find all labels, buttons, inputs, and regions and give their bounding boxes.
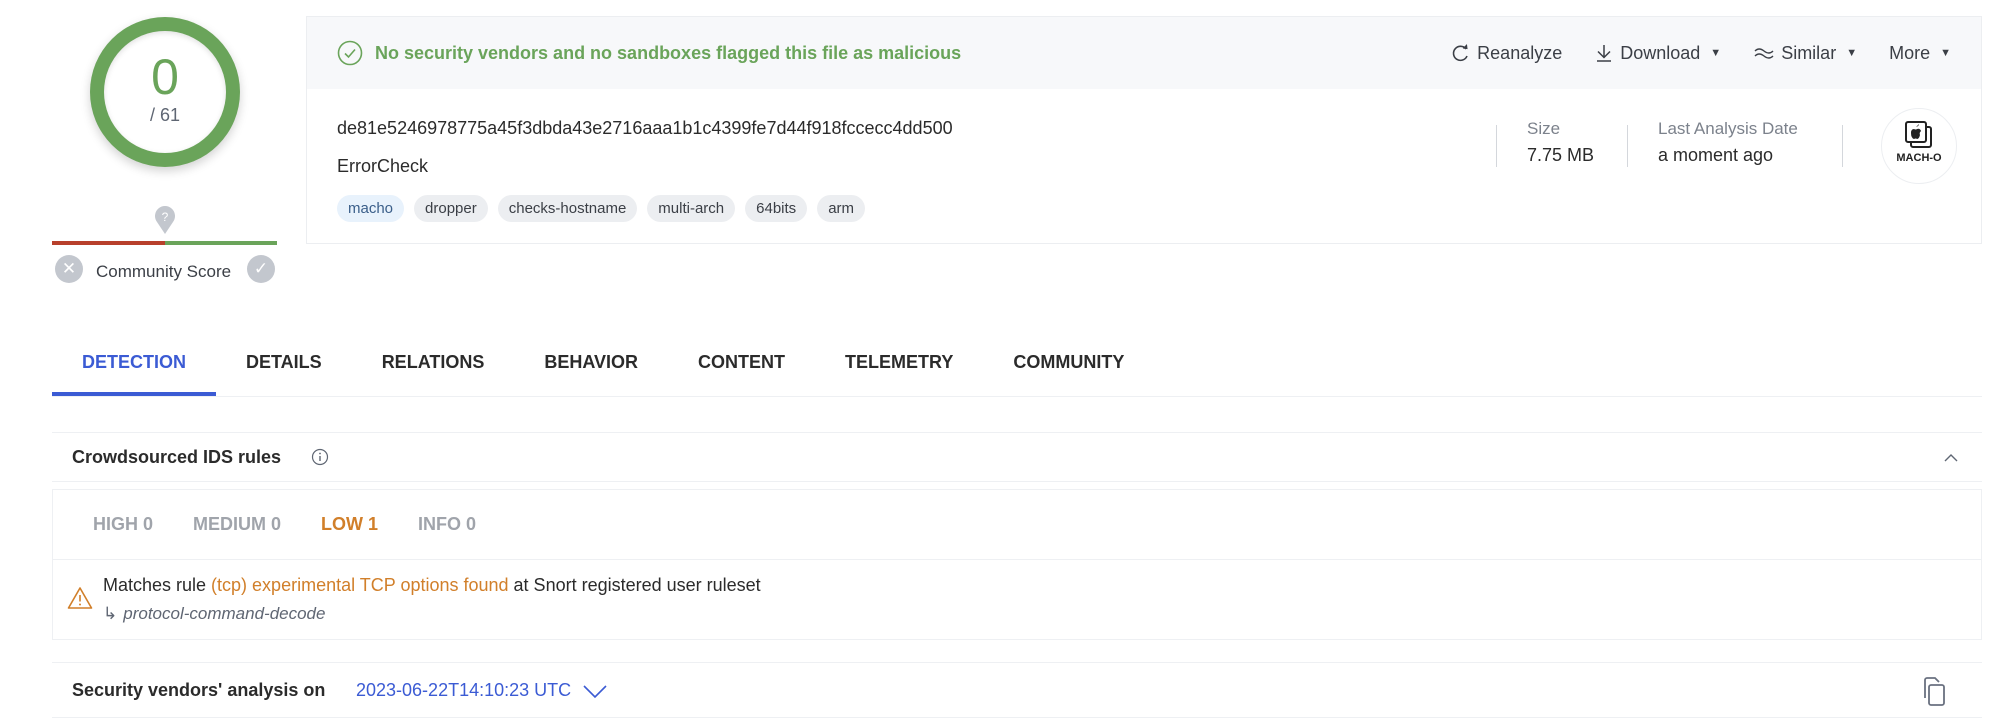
divider xyxy=(1496,125,1497,167)
divider xyxy=(1842,125,1843,167)
tag[interactable]: checks-hostname xyxy=(497,195,638,222)
detection-count: 0 xyxy=(151,49,179,105)
check-icon: ✓ xyxy=(253,259,269,278)
more-button[interactable]: More ▼ xyxy=(1889,43,1951,64)
file-actions: Reanalyze Download ▼ Similar ▼ More ▼ xyxy=(1451,17,1951,89)
tab-telemetry[interactable]: TELEMETRY xyxy=(815,340,983,396)
mach-o-file-icon: MACH-O xyxy=(1896,121,1942,164)
last-analysis-date: Last Analysis Date a moment ago xyxy=(1658,119,1798,165)
file-name: ErrorCheck xyxy=(337,156,429,176)
file-tags: macho dropper checks-hostname multi-arch… xyxy=(337,195,866,222)
detection-score-ring: 0 / 61 xyxy=(90,17,240,167)
detection-score: 0 / 61 xyxy=(104,31,226,153)
chevron-down-icon[interactable] xyxy=(582,681,608,701)
ids-rules-panel: HIGH 0 MEDIUM 0 LOW 1 INFO 0 Matches rul… xyxy=(52,489,1982,640)
ids-rules-header[interactable]: Crowdsourced IDS rules xyxy=(52,432,1982,482)
copy-icon[interactable] xyxy=(1920,676,1948,708)
download-button[interactable]: Download ▼ xyxy=(1594,43,1721,64)
community-score-bar-negative xyxy=(52,241,165,245)
file-size: Size 7.75 MB xyxy=(1527,119,1595,165)
check-circle-icon xyxy=(337,40,363,66)
analysis-date-selector[interactable]: 2023-06-22T14:10:23 UTC xyxy=(356,680,571,701)
section-title: Security vendors' analysis on xyxy=(72,680,326,700)
verdict-message: No security vendors and no sandboxes fla… xyxy=(375,42,962,63)
severity-high[interactable]: HIGH 0 xyxy=(93,514,153,535)
warning-icon xyxy=(67,587,93,609)
community-score-label: Community Score xyxy=(96,262,232,281)
tag[interactable]: arm xyxy=(817,195,866,222)
rule-link[interactable]: (tcp) experimental TCP options found xyxy=(211,575,509,595)
chevron-up-icon[interactable] xyxy=(1942,449,1960,467)
tab-content[interactable]: CONTENT xyxy=(668,340,815,396)
sub-arrow-icon: ↳ xyxy=(103,604,118,623)
download-icon xyxy=(1597,45,1612,62)
svg-text:MACH-O: MACH-O xyxy=(1896,152,1942,164)
tag[interactable]: multi-arch xyxy=(647,195,736,222)
rule-category: ↳ protocol-command-decode xyxy=(103,604,326,623)
section-title: Crowdsourced IDS rules xyxy=(72,447,282,467)
rule-description: Matches rule (tcp) experimental TCP opti… xyxy=(103,575,761,595)
file-hash[interactable]: de81e5246978775a45f3dbda43e2716aaa1b1c43… xyxy=(337,118,953,139)
caret-down-icon: ▼ xyxy=(1846,47,1858,59)
tab-community[interactable]: COMMUNITY xyxy=(983,340,1154,396)
caret-down-icon: ▼ xyxy=(1940,47,1951,59)
reanalyze-button[interactable]: Reanalyze xyxy=(1451,43,1562,64)
severity-info[interactable]: INFO 0 xyxy=(418,514,476,535)
report-tabs: DETECTION DETAILS RELATIONS BEHAVIOR CON… xyxy=(52,340,1982,397)
vendors-analysis-header: Security vendors' analysis on 2023-06-22… xyxy=(52,662,1982,718)
ids-rule-item: Matches rule (tcp) experimental TCP opti… xyxy=(53,560,1981,640)
community-score-bar-positive xyxy=(165,241,277,245)
tag[interactable]: 64bits xyxy=(745,195,808,222)
severity-low[interactable]: LOW 1 xyxy=(321,514,378,535)
tag[interactable]: macho xyxy=(337,195,405,222)
tab-details[interactable]: DETAILS xyxy=(216,340,352,396)
severity-filters: HIGH 0 MEDIUM 0 LOW 1 INFO 0 xyxy=(53,490,1981,560)
tab-behavior[interactable]: BEHAVIOR xyxy=(514,340,668,396)
vote-harmless-button[interactable]: ✓ xyxy=(247,255,275,283)
similar-button[interactable]: Similar ▼ xyxy=(1753,43,1857,64)
tab-relations[interactable]: RELATIONS xyxy=(352,340,515,396)
vote-malicious-button[interactable]: ✕ xyxy=(55,255,83,283)
svg-text:?: ? xyxy=(162,210,169,224)
similar-icon xyxy=(1754,48,1774,59)
community-score-marker-icon: ? xyxy=(155,206,175,234)
tab-detection[interactable]: DETECTION xyxy=(52,340,217,396)
severity-medium[interactable]: MEDIUM 0 xyxy=(193,514,281,535)
close-icon: ✕ xyxy=(61,259,77,278)
reanalyze-icon xyxy=(1452,44,1468,62)
file-summary-card: No security vendors and no sandboxes fla… xyxy=(306,16,1982,244)
tag[interactable]: dropper xyxy=(414,195,488,222)
community-score-bar xyxy=(52,241,277,245)
detection-total: / 61 xyxy=(149,105,181,125)
caret-down-icon: ▼ xyxy=(1710,47,1722,59)
info-icon[interactable] xyxy=(311,448,329,466)
divider xyxy=(1627,125,1628,167)
file-type-badge: MACH-O xyxy=(1881,108,1957,184)
